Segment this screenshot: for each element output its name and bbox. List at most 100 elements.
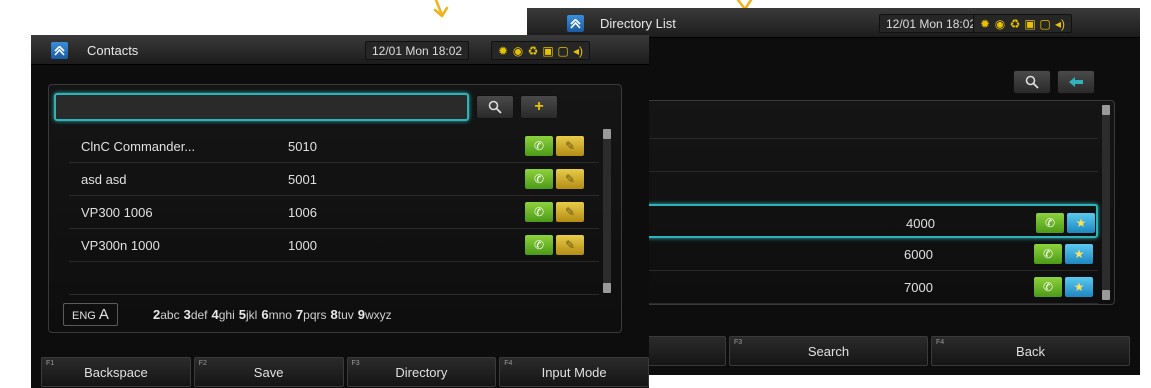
search-icon — [1025, 75, 1039, 89]
phone-icon: ✆ — [533, 139, 545, 153]
edit-icon: ✎ — [564, 238, 576, 252]
edit-icon: ✎ — [564, 205, 576, 219]
edit-button[interactable]: ✎ — [556, 169, 584, 189]
page-title: Directory List — [600, 16, 676, 31]
call-button[interactable]: ✆ — [525, 169, 553, 189]
phone-icon: ✆ — [533, 172, 545, 186]
key-letters: jkl — [246, 308, 258, 322]
mode-label: A — [98, 306, 109, 323]
stage: Directory List 12/01 Mon 18:02 ✹ ◉ ♻ ▣ ▢… — [0, 0, 1151, 388]
table-row[interactable]: VP300n 1000 1000 ✆ ✎ — [69, 228, 599, 262]
entry-number: 4000 — [906, 216, 935, 231]
globe-icon: ◉ — [994, 16, 1006, 31]
screen-icon: ▢ — [1039, 16, 1051, 31]
back-arrow-button[interactable] — [1057, 70, 1095, 94]
fkey-search-button[interactable]: F3 Search — [729, 336, 928, 366]
favorite-button[interactable]: ★ — [1067, 213, 1095, 233]
scrollbar[interactable] — [603, 129, 611, 293]
top-bar: Directory List 12/01 Mon 18:02 ✹ ◉ ♻ ▣ ▢… — [527, 8, 1140, 38]
fkey-tag: F4 — [936, 339, 945, 346]
contact-number: 1006 — [288, 205, 317, 220]
search-icon — [488, 100, 502, 114]
fkey-label: Directory — [395, 364, 448, 380]
contact-number: 1000 — [288, 238, 317, 253]
phone-sync-icon: ♻ — [527, 43, 539, 58]
phone-sync-icon: ♻ — [1009, 16, 1021, 31]
fkey-input-mode-button[interactable]: F4 Input Mode — [499, 357, 649, 387]
status-icons: ✹ ◉ ♻ ▣ ▢ ◂) — [491, 41, 590, 60]
key-digit: 3 — [183, 307, 191, 322]
contact-name: ClnC Commander... — [81, 139, 196, 154]
call-button[interactable]: ✆ — [1034, 277, 1062, 297]
fkey-tag: F4 — [504, 360, 513, 367]
contact-number: 5001 — [288, 172, 317, 187]
contact-name: asd asd — [81, 172, 127, 187]
key-digit: 9 — [357, 307, 365, 322]
fkey-backspace-button[interactable]: F1 Backspace — [41, 357, 191, 387]
screen-icon: ▢ — [557, 43, 569, 58]
empty-row — [69, 261, 599, 295]
fkey-back-button[interactable]: F4 Back — [931, 336, 1130, 366]
table-row[interactable]: VP300 1006 1006 ✆ ✎ — [69, 195, 599, 229]
speaker-icon: ◂) — [1054, 16, 1066, 31]
fkey-tag: F3 — [351, 360, 360, 367]
lang-label: ENG — [72, 310, 96, 322]
fkey-directory-button[interactable]: F3 Directory — [346, 357, 497, 387]
gear-icon: ✹ — [979, 16, 991, 31]
scroll-down[interactable] — [603, 283, 611, 293]
search-button[interactable] — [1013, 70, 1051, 94]
scrollbar[interactable] — [1102, 105, 1110, 300]
search-button[interactable] — [476, 95, 514, 119]
call-button[interactable]: ✆ — [1034, 244, 1062, 264]
table-row[interactable]: asd asd 5001 ✆ ✎ — [69, 162, 599, 196]
clock: 12/01 Mon 18:02 — [365, 41, 470, 60]
table-row[interactable]: ClnC Commander... 5010 ✆ ✎ — [69, 129, 599, 163]
key-letters: mno — [268, 308, 292, 322]
fkey-save-button[interactable]: F2 Save — [193, 357, 344, 387]
key-hints: 2abc 3def 4ghi 5jkl 6mno 7pqrs 8tuv 9wxyz — [153, 307, 396, 322]
contact-name: VP300n 1000 — [81, 238, 160, 253]
phone-icon: ✆ — [1042, 280, 1054, 294]
call-button[interactable]: ✆ — [525, 202, 553, 222]
fkey-label: Save — [253, 364, 284, 380]
scroll-down[interactable] — [1102, 290, 1110, 300]
entry-number: 6000 — [904, 247, 933, 262]
home-icon[interactable] — [567, 15, 584, 32]
input-mode-indicator[interactable]: ENG A — [63, 303, 118, 326]
call-button[interactable]: ✆ — [1036, 213, 1064, 233]
globe-icon: ◉ — [512, 43, 524, 58]
fkey-label: Back — [1016, 343, 1045, 359]
fkey-tag: F3 — [734, 339, 743, 346]
fkey-label: Input Mode — [541, 364, 607, 380]
call-button[interactable]: ✆ — [525, 235, 553, 255]
star-icon: ★ — [1075, 216, 1087, 230]
call-button[interactable]: ✆ — [525, 136, 553, 156]
fkey-tag: F2 — [198, 360, 207, 367]
favorite-button[interactable]: ★ — [1065, 244, 1093, 264]
scroll-up[interactable] — [1102, 105, 1110, 115]
key-digit: 8 — [330, 307, 338, 322]
fkey-tag: F1 — [46, 360, 55, 367]
phone-icon: ✆ — [1044, 216, 1056, 230]
edit-button[interactable]: ✎ — [556, 202, 584, 222]
edit-button[interactable]: ✎ — [556, 235, 584, 255]
home-icon[interactable] — [51, 42, 68, 59]
keypad-hint: ENG A 2abc 3def 4ghi 5jkl 6mno 7pqrs 8tuv 9wxyz — [63, 303, 603, 327]
status-icons: ✹ ◉ ♻ ▣ ▢ ◂) — [973, 14, 1072, 33]
speaker-icon: ◂) — [572, 43, 584, 58]
add-contact-button[interactable]: + — [520, 95, 558, 119]
key-digit: 4 — [211, 307, 219, 322]
contacts-screen: Contacts 12/01 Mon 18:02 ✹ ◉ ♻ ▣ ▢ ◂) + … — [31, 35, 649, 388]
key-letters: def — [190, 308, 208, 322]
phone-icon: ✆ — [533, 238, 545, 252]
search-input[interactable] — [54, 93, 469, 121]
edit-icon: ✎ — [564, 172, 576, 186]
function-key-bar: F1 Backspace F2 Save F3 Directory F4 Input Mode — [41, 357, 649, 387]
scroll-up[interactable] — [603, 129, 611, 139]
entry-number: 7000 — [904, 280, 933, 295]
key-letters: ghi — [218, 308, 235, 322]
top-bar: Contacts 12/01 Mon 18:02 ✹ ◉ ♻ ▣ ▢ ◂) — [31, 35, 649, 65]
favorite-button[interactable]: ★ — [1065, 277, 1093, 297]
edit-button[interactable]: ✎ — [556, 136, 584, 156]
key-letters: wxyz — [364, 308, 392, 322]
